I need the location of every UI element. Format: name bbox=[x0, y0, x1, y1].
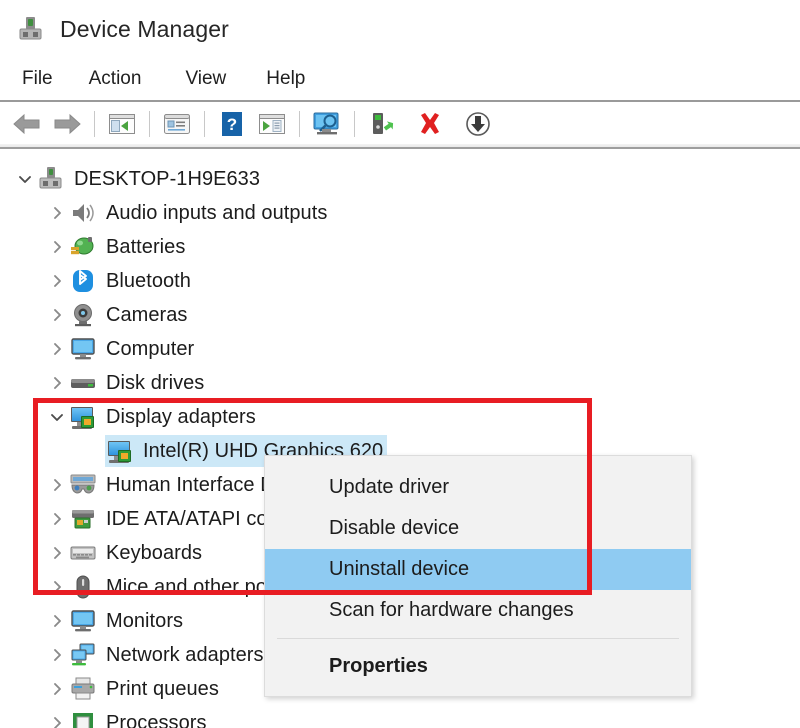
menu-file[interactable]: File bbox=[13, 65, 62, 93]
computer-device-icon bbox=[38, 166, 64, 192]
tree-root-label: DESKTOP-1H9E633 bbox=[74, 167, 261, 190]
context-menu-item-uninstall-device[interactable]: Uninstall device bbox=[265, 549, 691, 590]
chevron-right-icon[interactable] bbox=[44, 570, 70, 604]
tree-item-label: Monitors bbox=[106, 609, 184, 632]
toolbar: ? bbox=[0, 102, 800, 146]
chevron-right-icon[interactable] bbox=[44, 604, 70, 638]
ide-controller-icon bbox=[70, 506, 96, 532]
tree-item-disk-drives[interactable]: Disk drives bbox=[0, 366, 800, 400]
show-pane-icon[interactable] bbox=[255, 107, 289, 141]
tree-item-label: Cameras bbox=[106, 303, 188, 326]
tree-item-bluetooth[interactable]: Bluetooth bbox=[0, 264, 800, 298]
device-manager-window: Device Manager File Action View Help ? D… bbox=[0, 0, 800, 728]
processor-icon bbox=[70, 710, 96, 728]
toolbar-separator bbox=[94, 111, 95, 137]
context-menu-top-padding bbox=[265, 456, 691, 467]
bluetooth-icon bbox=[70, 268, 96, 294]
tree-item-label: Network adapters bbox=[106, 643, 264, 666]
tree-item-label: Audio inputs and outputs bbox=[106, 201, 328, 224]
menu-view[interactable]: View bbox=[176, 65, 235, 93]
uninstall-device-icon[interactable] bbox=[413, 107, 447, 141]
tree-item-display-adapters[interactable]: Display adapters bbox=[0, 400, 800, 434]
menu-bar: File Action View Help bbox=[0, 58, 800, 100]
update-driver-icon[interactable] bbox=[365, 107, 399, 141]
network-adapter-icon bbox=[70, 642, 96, 668]
display-adapter-icon bbox=[107, 438, 133, 464]
chevron-right-icon[interactable] bbox=[44, 196, 70, 230]
context-menu-item-scan-for-hardware-changes[interactable]: Scan for hardware changes bbox=[265, 590, 691, 631]
tree-root-node[interactable]: DESKTOP-1H9E633 bbox=[0, 162, 800, 196]
chevron-right-icon[interactable] bbox=[44, 230, 70, 264]
tree-item-label: Computer bbox=[106, 337, 195, 360]
menu-help[interactable]: Help bbox=[257, 65, 314, 93]
chevron-right-icon[interactable] bbox=[44, 502, 70, 536]
chevron-right-icon[interactable] bbox=[44, 672, 70, 706]
chevron-right-icon[interactable] bbox=[44, 332, 70, 366]
svg-text:?: ? bbox=[227, 115, 237, 134]
tree-item-label: Processors bbox=[106, 711, 207, 728]
printer-icon bbox=[70, 676, 96, 702]
chevron-right-icon[interactable] bbox=[44, 366, 70, 400]
help-icon[interactable]: ? bbox=[215, 107, 249, 141]
toolbar-separator bbox=[149, 111, 150, 137]
toolbar-separator bbox=[299, 111, 300, 137]
chevron-right-icon[interactable] bbox=[44, 536, 70, 570]
speaker-icon bbox=[70, 200, 96, 226]
context-menu: Update driver Disable device Uninstall d… bbox=[264, 455, 692, 697]
chevron-down-icon[interactable] bbox=[12, 162, 38, 196]
menu-action[interactable]: Action bbox=[80, 65, 151, 93]
chevron-right-icon[interactable] bbox=[44, 264, 70, 298]
tree-item-label: Print queues bbox=[106, 677, 219, 700]
context-menu-item-update-driver[interactable]: Update driver bbox=[265, 467, 691, 508]
back-arrow-icon[interactable] bbox=[10, 107, 44, 141]
tree-item-computer[interactable]: Computer bbox=[0, 332, 800, 366]
tree-item-audio[interactable]: Audio inputs and outputs bbox=[0, 196, 800, 230]
toolbar-separator bbox=[204, 111, 205, 137]
toolbar-divider bbox=[0, 147, 800, 149]
hid-icon bbox=[70, 472, 96, 498]
chevron-down-icon[interactable] bbox=[44, 400, 70, 434]
tree-item-label: Bluetooth bbox=[106, 269, 191, 292]
context-menu-item-properties[interactable]: Properties bbox=[265, 646, 691, 687]
disable-device-icon[interactable] bbox=[461, 107, 495, 141]
tree-item-label: Batteries bbox=[106, 235, 186, 258]
tree-item-cameras[interactable]: Cameras bbox=[0, 298, 800, 332]
monitor-icon bbox=[70, 608, 96, 634]
show-tree-icon[interactable] bbox=[105, 107, 139, 141]
tree-item-label: Keyboards bbox=[106, 541, 203, 564]
chevron-right-icon[interactable] bbox=[44, 298, 70, 332]
disk-drive-icon bbox=[70, 370, 96, 396]
context-menu-item-disable-device[interactable]: Disable device bbox=[265, 508, 691, 549]
mouse-icon bbox=[70, 574, 96, 600]
tree-item-label: Disk drives bbox=[106, 371, 205, 394]
monitor-icon bbox=[70, 336, 96, 362]
scan-hardware-icon[interactable] bbox=[310, 107, 344, 141]
battery-icon bbox=[70, 234, 96, 260]
keyboard-icon bbox=[70, 540, 96, 566]
title-bar: Device Manager bbox=[0, 0, 800, 58]
chevron-right-icon[interactable] bbox=[44, 468, 70, 502]
tree-item-batteries[interactable]: Batteries bbox=[0, 230, 800, 264]
display-adapter-icon bbox=[70, 404, 96, 430]
chevron-right-icon[interactable] bbox=[44, 638, 70, 672]
device-manager-icon bbox=[16, 14, 46, 44]
camera-icon bbox=[70, 302, 96, 328]
forward-arrow-icon[interactable] bbox=[50, 107, 84, 141]
toolbar-separator bbox=[354, 111, 355, 137]
properties-icon[interactable] bbox=[160, 107, 194, 141]
chevron-right-icon[interactable] bbox=[44, 706, 70, 728]
window-title: Device Manager bbox=[60, 15, 229, 42]
tree-item-processors[interactable]: Processors bbox=[0, 706, 800, 728]
context-menu-separator bbox=[277, 638, 679, 639]
tree-item-label: Display adapters bbox=[106, 405, 256, 428]
